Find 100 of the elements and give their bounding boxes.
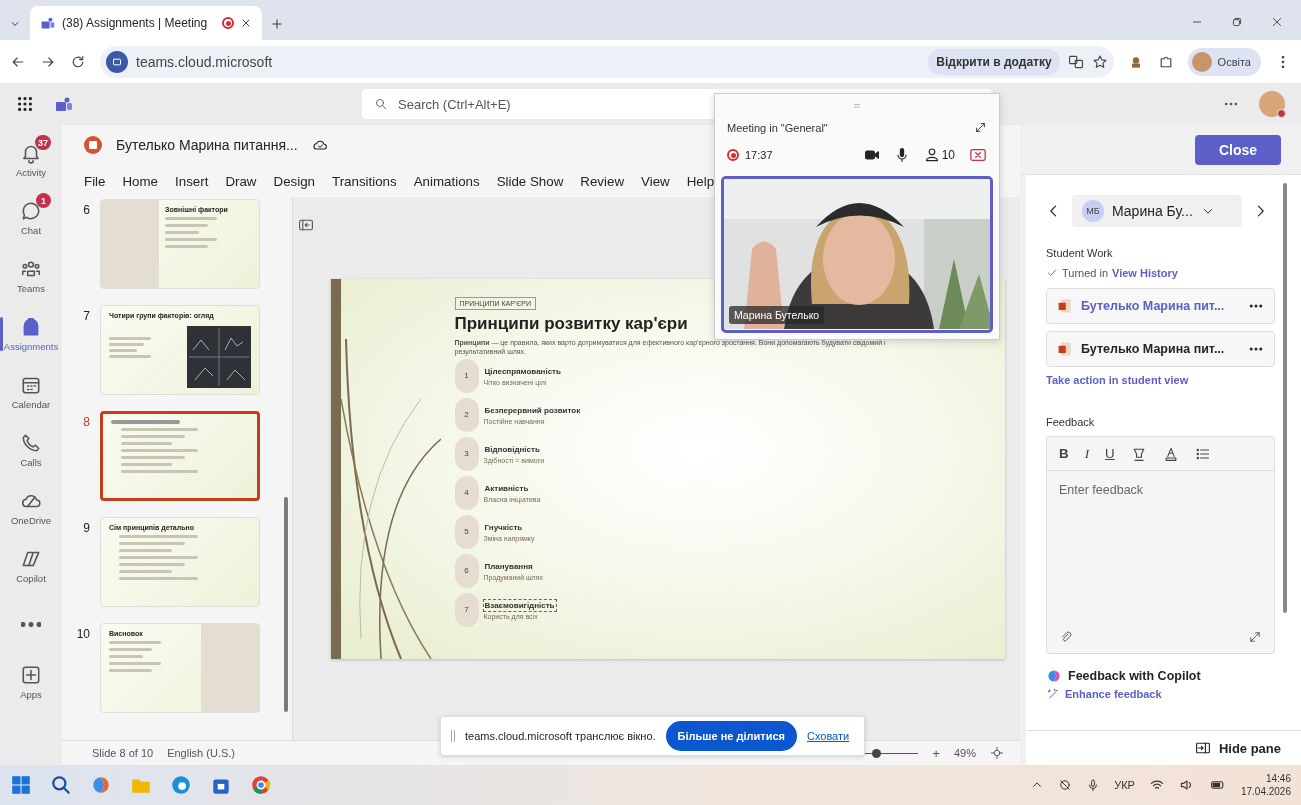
rail-item[interactable]: Teams — [0, 249, 62, 303]
rail-item[interactable]: Copilot — [0, 539, 62, 593]
ribbon-tab[interactable]: Home — [122, 173, 159, 189]
close-button[interactable]: Close — [1195, 134, 1281, 165]
view-history-link[interactable]: View History — [1112, 267, 1178, 279]
ribbon-tab[interactable]: Transitions — [332, 173, 397, 189]
feedback-editor[interactable]: B I U Enter feedback — [1046, 436, 1275, 654]
participant-name: Марина Бутелько — [729, 306, 825, 324]
ribbon-tab[interactable]: Design — [273, 173, 315, 189]
sparkle-icon — [1046, 687, 1060, 701]
zoom-slider[interactable] — [872, 748, 882, 758]
close-icon[interactable] — [1271, 16, 1283, 28]
rail-item[interactable]: Assignments — [0, 307, 62, 361]
check-icon — [1046, 267, 1058, 279]
hide-pane-icon — [1194, 740, 1211, 756]
file-item[interactable]: Бутелько Марина пит... — [1046, 288, 1275, 324]
zoom-level[interactable]: 49% — [953, 747, 976, 759]
expand-icon[interactable] — [974, 121, 987, 134]
browser-tab[interactable]: (38) Assignments | Meeting — [30, 6, 262, 40]
format-button[interactable]: U — [1105, 446, 1115, 461]
powerpoint-file-icon — [1057, 298, 1073, 314]
person-icon — [923, 147, 940, 163]
scrollbar[interactable] — [284, 497, 288, 712]
ribbon-tab[interactable]: View — [641, 173, 670, 189]
student-picker[interactable]: МБ Марина Бу... — [1072, 195, 1242, 227]
scrollbar[interactable] — [1283, 183, 1287, 613]
rail-item[interactable]: Calls — [0, 423, 62, 477]
student-view-link[interactable]: Take action in student view — [1046, 374, 1275, 386]
copilot-icon[interactable] — [90, 774, 112, 796]
sync-off-icon[interactable] — [1058, 778, 1073, 792]
star-icon[interactable] — [1091, 53, 1108, 70]
enhance-feedback-link[interactable]: Enhance feedback — [1065, 688, 1162, 700]
status-text: Turned in — [1062, 267, 1109, 279]
attach-icon[interactable] — [1059, 630, 1073, 644]
rail-item[interactable]: 1 Chat — [0, 191, 62, 245]
recording-icon — [727, 149, 739, 161]
start-icon[interactable] — [10, 774, 32, 796]
principle-title: Гнучкість — [483, 521, 524, 533]
principle-title: Взаємовигідність — [483, 599, 556, 611]
recording-icon — [222, 17, 234, 29]
user-avatar[interactable] — [1259, 91, 1285, 117]
drag-handle-icon[interactable] — [451, 730, 455, 742]
rail-item[interactable]: OneDrive — [0, 481, 62, 535]
clock[interactable]: 14:46 17.04.2026 — [1240, 772, 1291, 798]
number-pill: 3 — [454, 436, 479, 471]
file-item[interactable]: Бутелько Марина пит... — [1046, 331, 1275, 367]
share-message: teams.cloud.microsoft транслює вікно. — [465, 730, 656, 742]
collapse-panel-icon[interactable] — [298, 217, 314, 233]
ribbon-tab[interactable]: Help — [686, 173, 715, 189]
address-bar[interactable]: teams.cloud.microsoft Відкрити в додатку — [100, 45, 1114, 78]
format-button[interactable]: B — [1059, 446, 1069, 461]
new-tab-icon[interactable] — [270, 17, 284, 31]
number-pill: 5 — [454, 514, 479, 549]
section-label: Feedback — [1046, 416, 1096, 428]
slide-title: Принципи розвитку кар'єри — [454, 313, 688, 334]
participants-button[interactable]: 10 — [923, 147, 955, 163]
ribbon-tab[interactable]: File — [84, 173, 106, 189]
reload-icon[interactable] — [70, 53, 86, 70]
search-icon — [374, 97, 388, 111]
number-pill: 6 — [454, 553, 479, 588]
slide-thumbnail[interactable] — [100, 411, 260, 501]
principle-title: Цілеспрямованість — [483, 365, 562, 377]
format-button[interactable]: I — [1084, 445, 1090, 462]
ribbon-tab[interactable]: Insert — [175, 173, 209, 189]
edge-icon[interactable] — [170, 774, 192, 796]
rail-item[interactable]: Apps — [0, 655, 62, 709]
powerpoint-icon — [84, 136, 102, 154]
ribbon-tab[interactable]: Slide Show — [496, 173, 564, 189]
ribbon-tab[interactable]: Animations — [413, 173, 480, 189]
stop-sharing-button[interactable]: Більше не ділитися — [665, 721, 797, 751]
language-indicator[interactable]: УКР — [1114, 779, 1135, 791]
translate-icon[interactable] — [1067, 53, 1084, 70]
fit-icon[interactable] — [990, 746, 1004, 760]
open-in-app-button[interactable]: Відкрити в додатку — [928, 48, 1060, 75]
more-icon — [21, 621, 41, 627]
search-icon[interactable] — [50, 774, 72, 796]
image-grid-drawing — [187, 326, 251, 388]
number-pill: 2 — [454, 397, 479, 432]
zoom-in-button[interactable]: + — [932, 745, 940, 761]
slide-number: 9 — [82, 520, 90, 537]
principle-title: Планування — [483, 560, 534, 572]
rail-item[interactable]: 37 Activity — [0, 133, 62, 187]
hide-pane-button[interactable]: Hide pane — [1194, 740, 1281, 756]
language-label[interactable]: English (U.S.) — [167, 747, 235, 759]
camera-icon[interactable] — [863, 147, 880, 163]
hide-link[interactable]: Сховати — [806, 730, 850, 742]
count-badge: 37 — [35, 135, 51, 150]
expand-icon[interactable] — [1248, 630, 1262, 644]
chrome-icon[interactable] — [250, 774, 272, 796]
stop-share-icon[interactable] — [969, 146, 987, 164]
teams-icon — [40, 15, 56, 31]
rail-item[interactable]: Calendar — [0, 365, 62, 419]
ribbon-tab[interactable]: Draw — [225, 173, 257, 189]
ribbon-tab[interactable]: Review — [580, 173, 625, 189]
principle-title: Безперервний розвиток — [483, 404, 582, 416]
apps-icon — [20, 664, 42, 686]
profile-button[interactable]: Освіта — [1187, 47, 1261, 76]
restore-icon[interactable] — [1231, 16, 1243, 28]
app-launcher-icon[interactable] — [16, 95, 34, 113]
close-icon[interactable] — [240, 17, 252, 29]
